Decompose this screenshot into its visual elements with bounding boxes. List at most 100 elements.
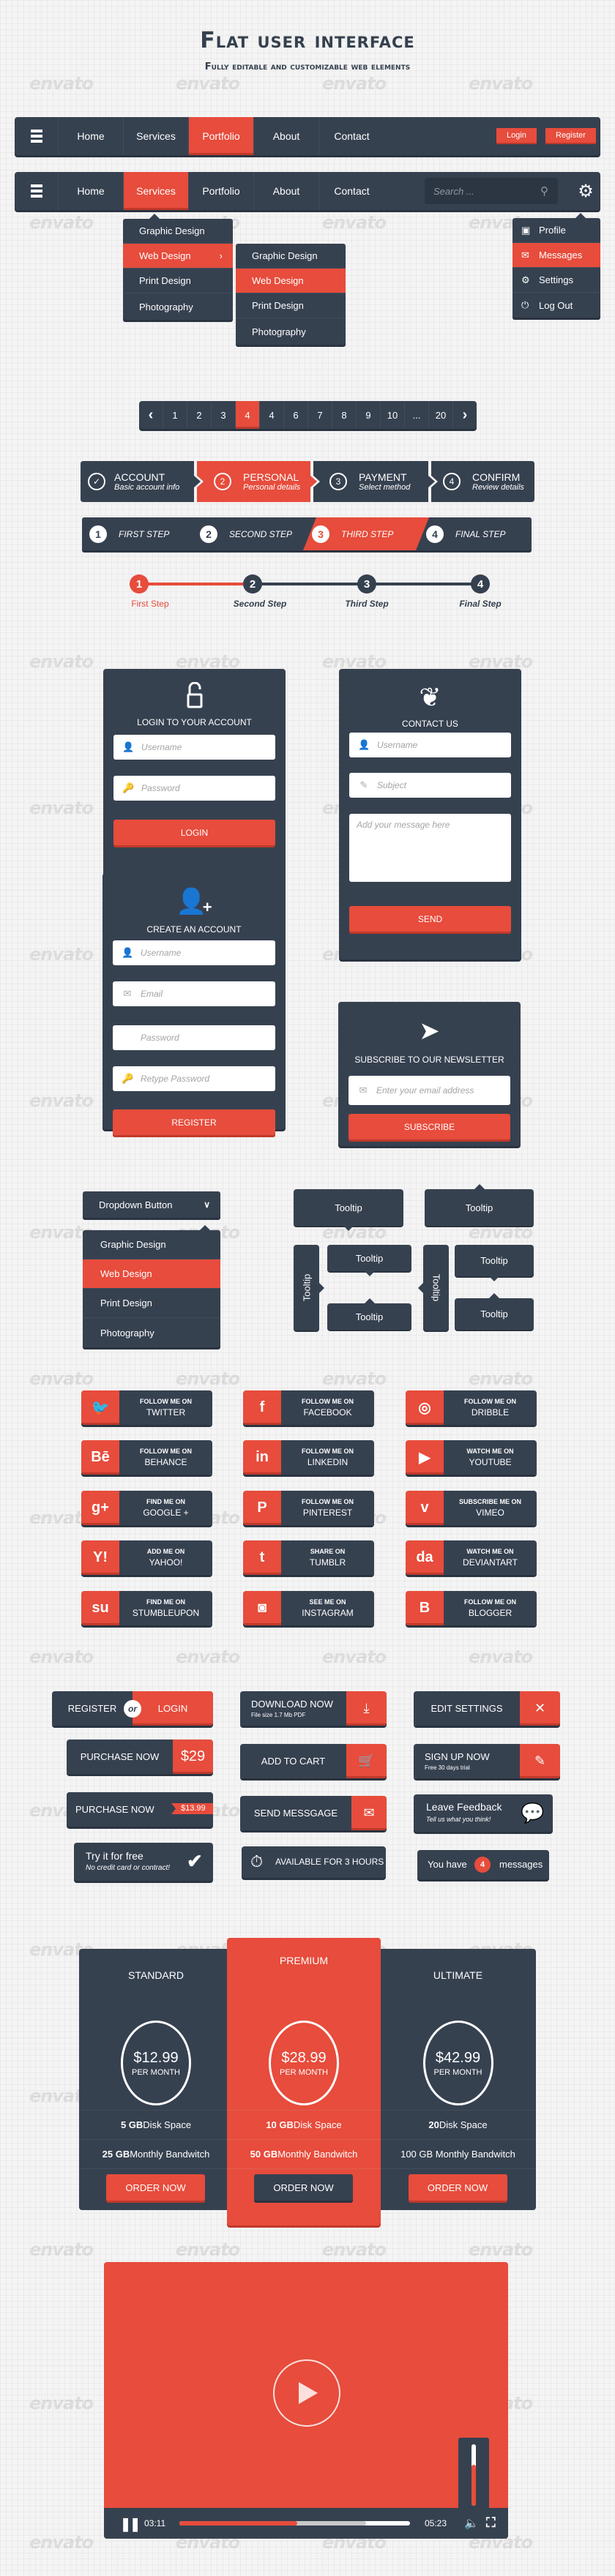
social-button-behance[interactable]: Bē FOLLOW ME ON BEHANCE <box>81 1440 212 1475</box>
step-dot-1[interactable]: 1 <box>130 574 149 594</box>
wizard-step-payment[interactable]: 3 PAYMENT Select method <box>322 461 410 502</box>
nav-item-home[interactable]: Home <box>59 117 124 155</box>
sign-up-button[interactable]: SIGN UP NOW Free 30 days trial ✎ <box>414 1744 560 1778</box>
page-button[interactable]: 2 <box>187 401 212 429</box>
wizard-step-confirm[interactable]: 4 CONFIRM Review details <box>436 461 524 502</box>
social-button-tumblr[interactable]: t SHARE ON TUMBLR <box>243 1540 374 1575</box>
purchase-button[interactable]: PURCHASE NOW $29 <box>67 1740 213 1774</box>
pause-icon[interactable]: ❚❚ <box>120 2517 141 2532</box>
purchase-ribbon-button[interactable]: PURCHASE NOW $13.99 <box>67 1792 213 1827</box>
username-input[interactable] <box>377 740 487 750</box>
page-button[interactable]: 8 <box>332 401 357 429</box>
menu-item-settings[interactable]: ⚙ Settings <box>512 268 600 293</box>
newsletter-email-input[interactable] <box>376 1085 486 1096</box>
send-message-button[interactable]: SEND MESSGAGE ✉ <box>240 1796 387 1830</box>
nav-item-services[interactable]: Services <box>124 172 189 210</box>
nav-item-contact[interactable]: Contact <box>319 117 384 155</box>
social-button-yahoo[interactable]: Y! ADD ME ON YAHOO! <box>81 1540 212 1575</box>
social-button-instagram[interactable]: ◙ SEE ME ON INSTAGRAM <box>243 1591 374 1625</box>
subject-input[interactable] <box>377 780 487 790</box>
nav-item-contact[interactable]: Contact <box>319 172 384 210</box>
menu-item[interactable]: Graphic Design <box>236 244 346 269</box>
username-input[interactable] <box>141 948 250 958</box>
social-button-pinterest[interactable]: P FOLLOW ME ON PINTEREST <box>243 1491 374 1525</box>
nav-item-about[interactable]: About <box>254 117 319 155</box>
step-dot-4[interactable]: 4 <box>471 574 490 594</box>
wizard-step-account[interactable]: ✓ ACCOUNT Basic account info <box>81 461 179 502</box>
order-now-button[interactable]: ORDER NOW <box>254 2174 353 2201</box>
edit-settings-button[interactable]: EDIT SETTINGS ✕ <box>414 1691 560 1726</box>
social-button-google[interactable]: g+ FIND ME ON GOOGLE + <box>81 1491 212 1525</box>
gear-icon[interactable]: ⚙ <box>575 181 596 201</box>
step-dot-2[interactable]: 2 <box>243 574 262 594</box>
flat-step[interactable]: 1 FIRST STEP <box>89 517 169 550</box>
wizard-step-personal[interactable]: 2 PERSONAL Personal details <box>206 461 300 502</box>
volume-track[interactable] <box>471 2444 476 2506</box>
menu-item[interactable]: Web Design <box>236 269 346 293</box>
page-button[interactable]: 10 <box>381 401 405 429</box>
subscribe-button[interactable]: SUBSCRIBE <box>348 1114 510 1139</box>
menu-item-messages[interactable]: ✉ Messages <box>512 243 600 268</box>
dropdown-button[interactable]: Dropdown Button ∨ <box>83 1191 220 1218</box>
page-button[interactable]: 7 <box>308 401 332 429</box>
login-submit-button[interactable]: LOGIN <box>113 820 275 845</box>
menu-item[interactable]: Photography <box>83 1318 220 1347</box>
hamburger-icon[interactable] <box>15 172 59 210</box>
social-button-vimeo[interactable]: v SUBSCRIBE ME ON VIMEO <box>406 1491 537 1525</box>
register-submit-button[interactable]: REGISTER <box>113 1109 275 1135</box>
step-dot-3[interactable]: 3 <box>357 574 376 594</box>
social-button-blogger[interactable]: B FOLLOW ME ON BLOGGER <box>406 1591 537 1625</box>
message-textarea[interactable]: Add your message here <box>349 814 511 882</box>
nav-item-portfolio[interactable]: Portfolio <box>189 172 254 210</box>
social-button-dribble[interactable]: ◎ FOLLOW ME ON DRIBBLE <box>406 1390 537 1425</box>
retype-password-input[interactable] <box>141 1074 250 1084</box>
play-button[interactable] <box>273 2359 340 2427</box>
search-icon[interactable]: ⚲ <box>540 184 548 198</box>
nav-item-services[interactable]: Services <box>124 117 189 155</box>
seek-bar[interactable] <box>179 2521 410 2526</box>
page-button[interactable]: 4 <box>260 401 284 429</box>
page-button[interactable]: 9 <box>357 401 381 429</box>
email-input[interactable] <box>141 989 250 999</box>
hamburger-icon[interactable] <box>15 117 59 155</box>
add-to-cart-button[interactable]: ADD TO CART 🛒 <box>240 1744 387 1778</box>
order-now-button[interactable]: ORDER NOW <box>408 2174 507 2201</box>
register-button[interactable]: Register <box>545 128 596 143</box>
social-button-stumbleupon[interactable]: su FIND ME ON STUMBLEUPON <box>81 1591 212 1625</box>
page-button[interactable]: 20 <box>429 401 453 429</box>
social-button-deviantart[interactable]: da WATCH ME ON DEVIANTART <box>406 1540 537 1575</box>
page-button[interactable]: 6 <box>284 401 308 429</box>
fullscreen-icon[interactable]: ⛶ <box>486 2515 496 2531</box>
volume-icon[interactable]: 🔈 <box>464 2516 479 2531</box>
password-input[interactable] <box>141 1033 250 1043</box>
menu-item-logout[interactable]: ⏻ Log Out <box>512 293 600 318</box>
username-input[interactable] <box>141 742 251 752</box>
send-button[interactable]: SEND <box>349 906 511 932</box>
next-page-button[interactable]: › <box>453 401 477 429</box>
nav-item-home[interactable]: Home <box>59 172 124 210</box>
register-button[interactable]: REGISTER <box>52 1691 133 1726</box>
prev-page-button[interactable]: ‹ <box>139 401 163 429</box>
page-button[interactable]: 3 <box>212 401 236 429</box>
flat-step[interactable]: 4 FINAL STEP <box>426 517 505 550</box>
social-button-twitter[interactable]: 🐦 FOLLOW ME ON TWITTER <box>81 1390 212 1425</box>
menu-item[interactable]: Print Design <box>123 269 233 293</box>
nav-item-about[interactable]: About <box>254 172 319 210</box>
menu-item[interactable]: Web Design › <box>123 244 233 269</box>
try-free-button[interactable]: Try it for free No credit card or contra… <box>74 1843 213 1881</box>
menu-item[interactable]: Print Design <box>236 293 346 318</box>
nav-item-portfolio[interactable]: Portfolio <box>189 117 254 155</box>
menu-item-profile[interactable]: ▣ Profile <box>512 218 600 243</box>
flat-step[interactable]: 2 SECOND STEP <box>200 517 292 550</box>
search-input[interactable] <box>433 185 536 197</box>
login-button[interactable]: Login <box>496 128 537 143</box>
download-button[interactable]: DOWNLOAD NOW File size 1.7 Mb PDF ⤓ <box>240 1691 387 1726</box>
social-button-facebook[interactable]: f FOLLOW ME ON FACEBOOK <box>243 1390 374 1425</box>
page-button-active[interactable]: 4 <box>236 401 260 429</box>
feedback-button[interactable]: Leave Feedback Tell us what you think! 💬 <box>414 1794 553 1832</box>
order-now-button[interactable]: ORDER NOW <box>106 2174 205 2201</box>
menu-item[interactable]: Graphic Design <box>123 219 233 244</box>
social-button-youtube[interactable]: ▶ WATCH ME ON YOUTUBE <box>406 1440 537 1475</box>
menu-item[interactable]: Graphic Design <box>83 1230 220 1259</box>
login-button[interactable]: LOGIN <box>133 1691 213 1726</box>
